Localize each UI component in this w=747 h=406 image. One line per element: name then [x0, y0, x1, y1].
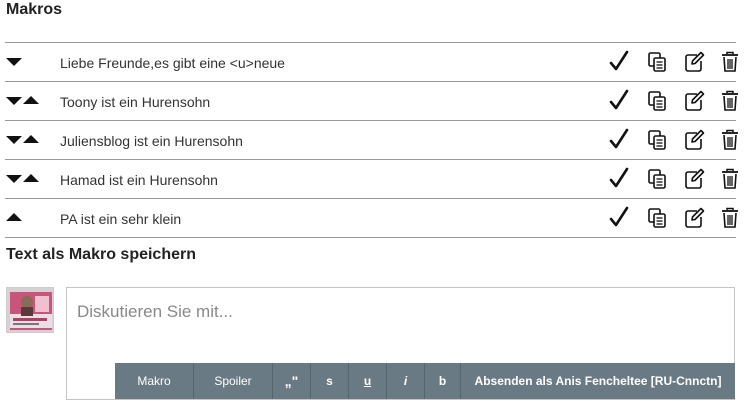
- macro-text: Toony ist ein Hurensohn: [60, 94, 211, 110]
- trash-icon[interactable]: [719, 167, 741, 191]
- page-title: Makros: [6, 1, 63, 18]
- macro-actions: [608, 128, 738, 152]
- makro-button[interactable]: Makro: [115, 363, 194, 399]
- checkmark-icon[interactable]: [608, 206, 630, 230]
- copy-icon[interactable]: [646, 89, 668, 113]
- send-button[interactable]: Absenden als Anis Fencheltee [RU-Cnnctn]: [461, 363, 735, 399]
- move-up-icon[interactable]: [6, 213, 22, 221]
- copy-icon[interactable]: [646, 50, 668, 74]
- checkmark-icon[interactable]: [608, 50, 630, 74]
- macro-text: Hamad ist ein Hurensohn: [60, 172, 218, 188]
- move-down-icon[interactable]: [6, 175, 22, 183]
- edit-icon[interactable]: [683, 128, 705, 152]
- macro-actions: [608, 50, 738, 74]
- reorder-arrows: [6, 56, 46, 68]
- trash-icon[interactable]: [719, 128, 741, 152]
- macro-actions: [608, 89, 738, 113]
- move-down-icon[interactable]: [6, 97, 22, 105]
- comment-input[interactable]: [67, 288, 734, 363]
- trash-icon[interactable]: [719, 89, 741, 113]
- avatar: [6, 287, 54, 333]
- bold-button[interactable]: b: [425, 363, 461, 399]
- checkmark-icon[interactable]: [608, 167, 630, 191]
- reorder-arrows: [6, 134, 46, 146]
- trash-icon[interactable]: [719, 206, 741, 230]
- copy-icon[interactable]: [646, 128, 668, 152]
- edit-icon[interactable]: [683, 89, 705, 113]
- macro-row: Toony ist ein Hurensohn: [5, 82, 738, 121]
- underline-button[interactable]: u: [349, 363, 387, 399]
- macro-text: Juliensblog ist ein Hurensohn: [60, 133, 243, 149]
- edit-icon[interactable]: [683, 206, 705, 230]
- copy-icon[interactable]: [646, 206, 668, 230]
- strikethrough-button[interactable]: s: [311, 363, 349, 399]
- move-down-icon[interactable]: [6, 136, 22, 144]
- edit-icon[interactable]: [683, 167, 705, 191]
- spoiler-button[interactable]: Spoiler: [194, 363, 273, 399]
- quote-button[interactable]: „": [273, 363, 311, 399]
- reorder-arrows: [6, 95, 46, 107]
- copy-icon[interactable]: [646, 167, 668, 191]
- trash-icon[interactable]: [719, 50, 741, 74]
- macro-row: Liebe Freunde,es gibt eine <u>neue: [5, 43, 738, 82]
- save-macro-heading: Text als Makro speichern: [6, 246, 196, 263]
- macro-list: Liebe Freunde,es gibt eine <u>neue Toony …: [5, 42, 738, 238]
- comment-editor: Makro Spoiler „" s u i b Absenden als An…: [66, 287, 735, 400]
- editor-toolbar: Makro Spoiler „" s u i b Absenden als An…: [115, 363, 735, 399]
- checkmark-icon[interactable]: [608, 89, 630, 113]
- italic-button[interactable]: i: [387, 363, 425, 399]
- macro-actions: [608, 206, 738, 230]
- checkmark-icon[interactable]: [608, 128, 630, 152]
- reorder-arrows: [6, 173, 46, 185]
- edit-icon[interactable]: [683, 50, 705, 74]
- reorder-arrows: [6, 212, 46, 224]
- macro-text: Liebe Freunde,es gibt eine <u>neue: [60, 55, 285, 71]
- macro-text: PA ist ein sehr klein: [60, 211, 182, 227]
- macro-row: Hamad ist ein Hurensohn: [5, 160, 738, 199]
- macro-row: Juliensblog ist ein Hurensohn: [5, 121, 738, 160]
- macro-row: PA ist ein sehr klein: [5, 199, 738, 238]
- move-up-icon[interactable]: [23, 135, 39, 143]
- move-down-icon[interactable]: [6, 58, 22, 66]
- move-up-icon[interactable]: [23, 174, 39, 182]
- move-up-icon[interactable]: [23, 96, 39, 104]
- macro-actions: [608, 167, 738, 191]
